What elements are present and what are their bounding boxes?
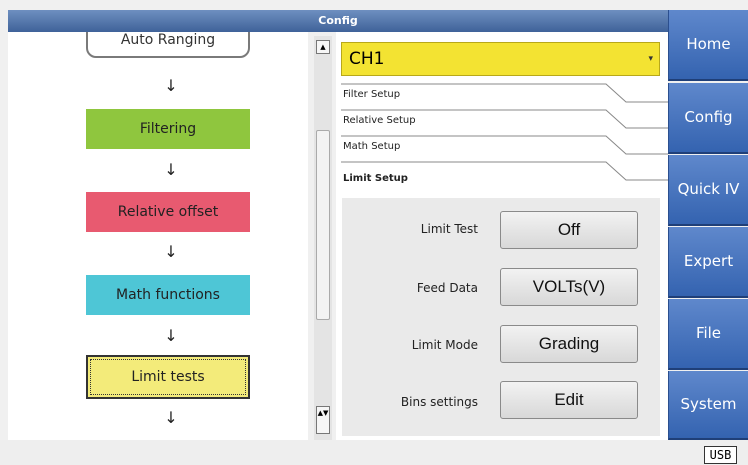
channel-select[interactable]: CH1 ▾: [341, 42, 660, 76]
bins-settings-label: Bins settings: [400, 395, 478, 409]
feed-data-button[interactable]: VOLTs(V): [500, 268, 638, 306]
nav-quick-iv[interactable]: Quick IV: [668, 155, 748, 226]
flow-arrow-icon: ↓: [164, 242, 178, 261]
channel-value: CH1: [349, 49, 385, 69]
flow-scrollbar[interactable]: ▲ ▲▼: [314, 36, 332, 440]
limit-mode-button[interactable]: Grading: [500, 325, 638, 363]
tab-limit-setup[interactable]: Limit Setup: [341, 166, 660, 192]
status-bar: [0, 440, 748, 465]
nav-expert[interactable]: Expert: [668, 227, 748, 298]
limit-mode-label: Limit Mode: [411, 338, 478, 352]
nav-config[interactable]: Config: [668, 83, 748, 154]
flow-auto-ranging[interactable]: Auto Ranging: [86, 32, 250, 58]
scroll-thumb[interactable]: [316, 130, 330, 320]
flow-limit-tests[interactable]: Limit tests: [86, 355, 250, 399]
chevron-down-icon: ▾: [648, 54, 653, 64]
scroll-down-icon[interactable]: ▲▼: [316, 406, 330, 434]
window-title: Config: [8, 10, 668, 32]
tab-math-setup[interactable]: Math Setup: [341, 134, 660, 160]
flow-arrow-icon: ↓: [164, 76, 178, 95]
tab-filter-setup[interactable]: Filter Setup: [341, 82, 660, 108]
nav-file[interactable]: File: [668, 299, 748, 370]
usb-indicator: USB: [704, 446, 737, 464]
flow-arrow-icon: ↓: [164, 160, 178, 179]
flow-relative-offset[interactable]: Relative offset: [86, 192, 250, 232]
flow-filtering[interactable]: Filtering: [86, 109, 250, 149]
feed-data-label: Feed Data: [416, 281, 478, 295]
processing-flow-panel: Auto Ranging ↓ Filtering ↓ Relative offs…: [8, 32, 308, 440]
flow-arrow-icon: ↓: [164, 408, 178, 427]
scroll-up-icon[interactable]: ▲: [316, 40, 330, 54]
bins-settings-button[interactable]: Edit: [500, 381, 638, 419]
flow-arrow-icon: ↓: [164, 326, 178, 345]
limit-test-label: Limit Test: [420, 222, 478, 236]
nav-home[interactable]: Home: [668, 10, 748, 81]
flow-math-functions[interactable]: Math functions: [86, 275, 250, 315]
tab-relative-setup[interactable]: Relative Setup: [341, 108, 660, 134]
limit-test-button[interactable]: Off: [500, 211, 638, 249]
nav-system[interactable]: System: [668, 371, 748, 440]
